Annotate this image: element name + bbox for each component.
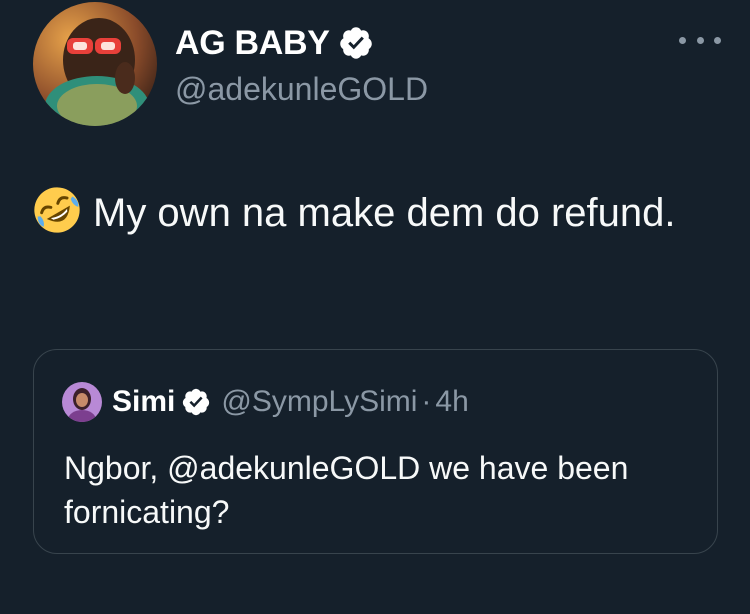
- author-avatar-image: [33, 2, 157, 126]
- more-dot: [696, 36, 704, 44]
- tweet-body: My own na make dem do refund.: [93, 191, 676, 235]
- author-display-name[interactable]: AG BABY: [175, 23, 330, 63]
- quoted-author-name[interactable]: Simi: [112, 382, 175, 422]
- quoted-tweet-timestamp[interactable]: 4h: [435, 382, 468, 422]
- tweet-text: My own na make dem do refund.: [33, 184, 683, 242]
- more-dot: [714, 36, 721, 44]
- rolling-on-the-floor-laughing-emoji-icon: [34, 187, 80, 233]
- quoted-tweet-header: Simi @SympLySimi · 4h: [62, 382, 469, 422]
- separator-dot: ·: [421, 385, 432, 418]
- author-avatar[interactable]: [33, 2, 157, 126]
- quoted-tweet-card[interactable]: Simi @SympLySimi · 4h Ngbor, @adekunleGO…: [33, 349, 718, 554]
- quoted-tweet-text: Ngbor, @adekunleGOLD we have been fornic…: [64, 450, 629, 530]
- more-dot: [679, 36, 686, 44]
- verified-badge-icon: [339, 27, 372, 59]
- tweet: AG BABY @adekunleGOLD My own na make dem…: [0, 0, 750, 614]
- author-handle[interactable]: @adekunleGOLD: [175, 69, 428, 109]
- quoted-author-avatar-image: [62, 382, 102, 422]
- verified-badge-icon: [183, 388, 210, 416]
- quoted-author-avatar[interactable]: [62, 382, 102, 422]
- more-options-icon[interactable]: [679, 28, 721, 52]
- quoted-author-handle[interactable]: @SympLySimi: [221, 382, 417, 422]
- author-name-row: AG BABY: [175, 23, 374, 63]
